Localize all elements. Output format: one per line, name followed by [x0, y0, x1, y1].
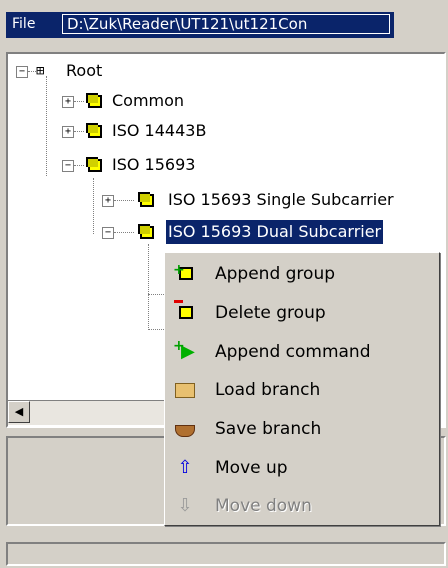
expand-icon[interactable]: + — [62, 126, 74, 138]
menu-item-label: Append group — [215, 264, 336, 284]
context-menu: + Append group Delete group ▶ + Append c… — [164, 252, 440, 526]
menu-item-append-group[interactable]: + Append group — [167, 255, 437, 293]
tree-node-label: Common — [112, 91, 185, 110]
tree-line — [114, 232, 134, 233]
title-bar: File D:\Zuk\Reader\UT121\ut121Con — [0, 0, 448, 48]
tree-line — [74, 131, 84, 132]
path-caption: File D:\Zuk\Reader\UT121\ut121Con — [6, 12, 394, 38]
scroll-left-button[interactable]: ◀ — [8, 401, 30, 423]
menu-item-label: Move up — [215, 458, 288, 478]
expand-icon[interactable]: + — [62, 96, 74, 108]
tree-node-label: ISO 15693 Single Subcarrier — [168, 190, 394, 209]
folder-icon — [138, 192, 154, 207]
tree-node-label-selected: ISO 15693 Dual Subcarrier — [164, 219, 385, 245]
delete-group-icon — [174, 300, 195, 323]
menu-item-move-down: ⇩ Move down — [167, 487, 437, 525]
menu-item-append-command[interactable]: ▶ + Append command — [167, 333, 437, 371]
tree-node-common[interactable]: + Common — [8, 88, 408, 114]
tree-line — [148, 244, 149, 330]
tree-line — [74, 101, 84, 102]
tree-root-icon: ⊞ — [36, 63, 45, 79]
tree-line — [114, 200, 134, 201]
menu-item-delete-group[interactable]: Delete group — [167, 294, 437, 332]
menu-item-load-branch[interactable]: Load branch — [167, 371, 437, 409]
tree-node-iso14443b[interactable]: + ISO 14443B — [8, 118, 408, 144]
menu-item-label: Delete group — [215, 303, 326, 323]
file-label: File — [12, 16, 36, 32]
open-folder-icon — [175, 380, 195, 400]
collapse-icon[interactable]: − — [62, 160, 74, 172]
menu-item-label: Load branch — [215, 380, 321, 400]
arrow-up-icon: ⇧ — [177, 457, 193, 478]
folder-icon — [86, 123, 102, 138]
folder-icon — [86, 93, 102, 108]
menu-item-label: Move down — [215, 496, 312, 516]
tree-node-label: ISO 15693 — [112, 155, 196, 174]
save-basket-icon — [175, 419, 195, 439]
tree-node-dual-subcarrier[interactable]: − ISO 15693 Dual Subcarrier — [8, 219, 444, 245]
folder-icon — [86, 157, 102, 172]
path-display[interactable]: D:\Zuk\Reader\UT121\ut121Con — [62, 14, 390, 34]
append-command-icon: ▶ + — [173, 338, 195, 362]
tree-node-label: Root — [66, 61, 103, 80]
tree-node-root[interactable]: − ⊞ Root — [8, 58, 408, 84]
tree-node-single-subcarrier[interactable]: + ISO 15693 Single Subcarrier — [8, 187, 444, 213]
tree-line — [74, 165, 84, 166]
arrow-down-icon: ⇩ — [177, 495, 193, 516]
tree-node-iso15693[interactable]: − ISO 15693 — [8, 152, 408, 178]
status-bar — [6, 542, 446, 566]
menu-item-label: Append command — [215, 342, 371, 362]
tree-line — [28, 71, 36, 72]
menu-item-save-branch[interactable]: Save branch — [167, 410, 437, 448]
collapse-icon[interactable]: − — [102, 227, 114, 239]
folder-icon — [138, 224, 154, 239]
collapse-icon[interactable]: − — [16, 66, 28, 78]
tree-node-label: ISO 14443B — [112, 121, 207, 140]
menu-item-move-up[interactable]: ⇧ Move up — [167, 449, 437, 487]
append-group-icon: + — [173, 262, 195, 284]
menu-item-label: Save branch — [215, 419, 322, 439]
expand-icon[interactable]: + — [102, 195, 114, 207]
